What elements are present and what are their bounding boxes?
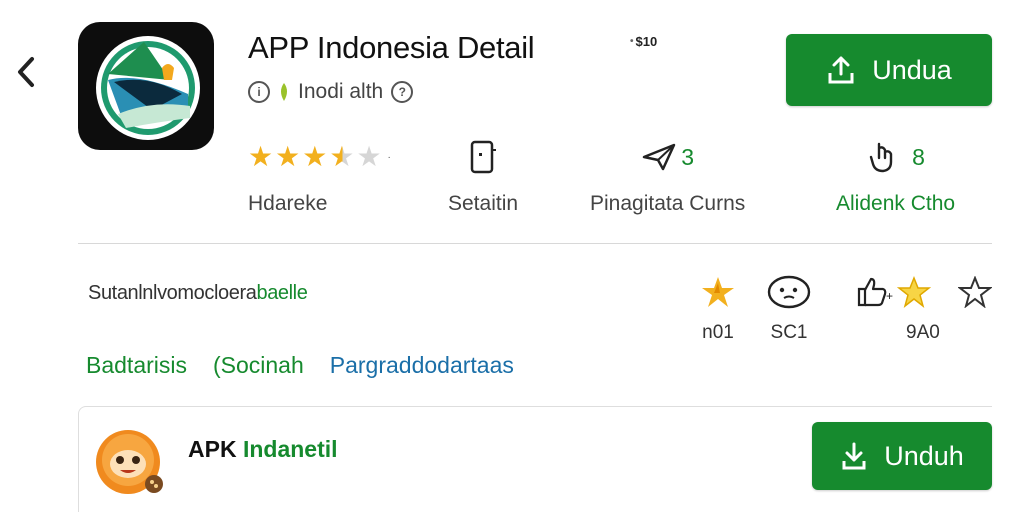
description-text: Sutanlnlvomocloerabaelle — [88, 282, 308, 305]
phone-icon — [470, 140, 497, 174]
app-title: APP Indonesia Detail — [248, 30, 535, 65]
price-tag: • $10 — [630, 34, 657, 49]
description-body: Sutanlnlvomocloera — [88, 282, 257, 304]
related-app-title: APK Indanetil — [188, 436, 338, 463]
mini-stat-favorite[interactable] — [958, 274, 992, 322]
mini-icon-row — [958, 274, 992, 310]
info-icon: i — [248, 81, 270, 103]
download-button[interactable]: Undua — [786, 34, 992, 106]
dot-icon: • — [630, 36, 634, 47]
star-icon: ★ — [302, 141, 328, 172]
stat-label: Setaitin — [448, 192, 519, 215]
related-download-label: Unduh — [884, 440, 964, 471]
rating-stars: ★ ★ ★ ★ ★ · — [248, 140, 391, 174]
star-outline-icon — [958, 276, 992, 308]
mini-stat-face[interactable]: SC1 — [766, 274, 812, 344]
back-button[interactable] — [10, 52, 42, 92]
download-icon — [842, 442, 866, 470]
app-logo — [78, 22, 214, 150]
send-icon — [642, 143, 676, 171]
category-tags: Badtarisis (Socinah Pargraddodartaas — [86, 352, 514, 379]
mini-stat-value: n01 — [702, 322, 734, 343]
stat-rating[interactable]: ★ ★ ★ ★ ★ · Hdareke — [248, 140, 391, 216]
chevron-left-icon — [18, 57, 34, 87]
tag-program[interactable]: Pargraddodartaas — [330, 352, 514, 379]
stat-value: 3 — [681, 143, 695, 170]
stat-likes[interactable]: 8 Alidenk Ctho — [836, 140, 955, 216]
tag-social[interactable]: (Socinah — [213, 352, 304, 379]
mini-stat-value: 9A0 — [906, 322, 940, 343]
related-app-title-prefix: APK — [188, 436, 237, 462]
leaf-icon — [281, 83, 287, 101]
developer-name: Inodi alth — [298, 80, 384, 103]
upload-icon — [828, 56, 854, 84]
star-icon: ★ — [275, 141, 301, 172]
star-icon: ★ — [248, 141, 274, 172]
stat-size[interactable]: Setaitin — [448, 140, 518, 216]
mini-stat-star[interactable]: n01 — [700, 274, 736, 344]
star-empty-icon: ★ — [356, 141, 382, 172]
rating-dot: · — [387, 151, 391, 163]
section-divider — [78, 243, 992, 244]
price-value: $10 — [635, 34, 658, 49]
related-app-title-highlight: Indanetil — [242, 436, 338, 462]
related-app-avatar — [94, 426, 166, 498]
star-half-icon: ★ — [329, 141, 355, 172]
svg-text:+: + — [886, 289, 893, 303]
stat-label: Alidenk Ctho — [836, 192, 956, 215]
mini-icon-row — [700, 274, 736, 310]
mini-stat-like[interactable]: + 9A0 — [846, 274, 940, 344]
mini-stat-value: SC1 — [770, 322, 808, 343]
stat-icon-row: 3 — [641, 140, 694, 174]
stat-icon-row: 8 — [866, 140, 925, 174]
stat-label: Hdareke — [248, 192, 328, 215]
related-download-button[interactable]: Unduh — [812, 422, 992, 490]
description-highlight: baelle — [256, 282, 308, 304]
mascot-icon — [96, 430, 163, 494]
stat-value: 8 — [912, 143, 925, 170]
mini-icon-row: + — [855, 274, 931, 310]
mini-icon-row — [766, 274, 812, 310]
help-icon[interactable]: ? — [391, 81, 414, 103]
star-icon — [896, 276, 931, 308]
hand-pointer-icon — [869, 142, 893, 173]
face-icon — [767, 275, 811, 309]
sparkle-star-icon — [702, 277, 734, 307]
thumb-up-icon: + — [857, 277, 893, 307]
tag-category[interactable]: Badtarisis — [86, 352, 187, 379]
stat-icon-row — [468, 140, 498, 174]
download-label: Undua — [872, 54, 952, 85]
stat-label: Pinagitata Curns — [590, 192, 746, 215]
app-subtitle-row: i Inodi alth ? — [248, 80, 414, 104]
stat-share[interactable]: 3 Pinagitata Curns — [590, 140, 745, 216]
